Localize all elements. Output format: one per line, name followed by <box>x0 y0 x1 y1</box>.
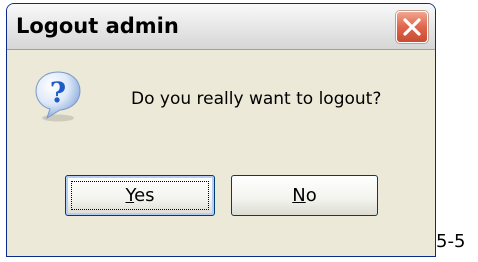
figure-caption: 5-5 <box>436 231 466 252</box>
svg-text:?: ? <box>50 76 66 109</box>
title-bar[interactable]: Logout admin <box>7 4 435 50</box>
question-icon: ? <box>35 71 81 122</box>
close-button[interactable] <box>396 11 428 43</box>
logout-dialog: Logout admin ? Do you really want to log… <box>6 3 436 257</box>
no-button[interactable]: No <box>231 175 378 216</box>
close-icon <box>403 18 421 36</box>
confirm-message: Do you really want to logout? <box>131 89 382 109</box>
yes-button[interactable]: Yes <box>65 175 215 216</box>
window-title: Logout admin <box>16 14 179 38</box>
dialog-body: ? Do you really want to logout? Yes No <box>7 50 435 256</box>
no-button-label: No <box>292 185 317 206</box>
yes-button-label: Yes <box>125 185 155 206</box>
